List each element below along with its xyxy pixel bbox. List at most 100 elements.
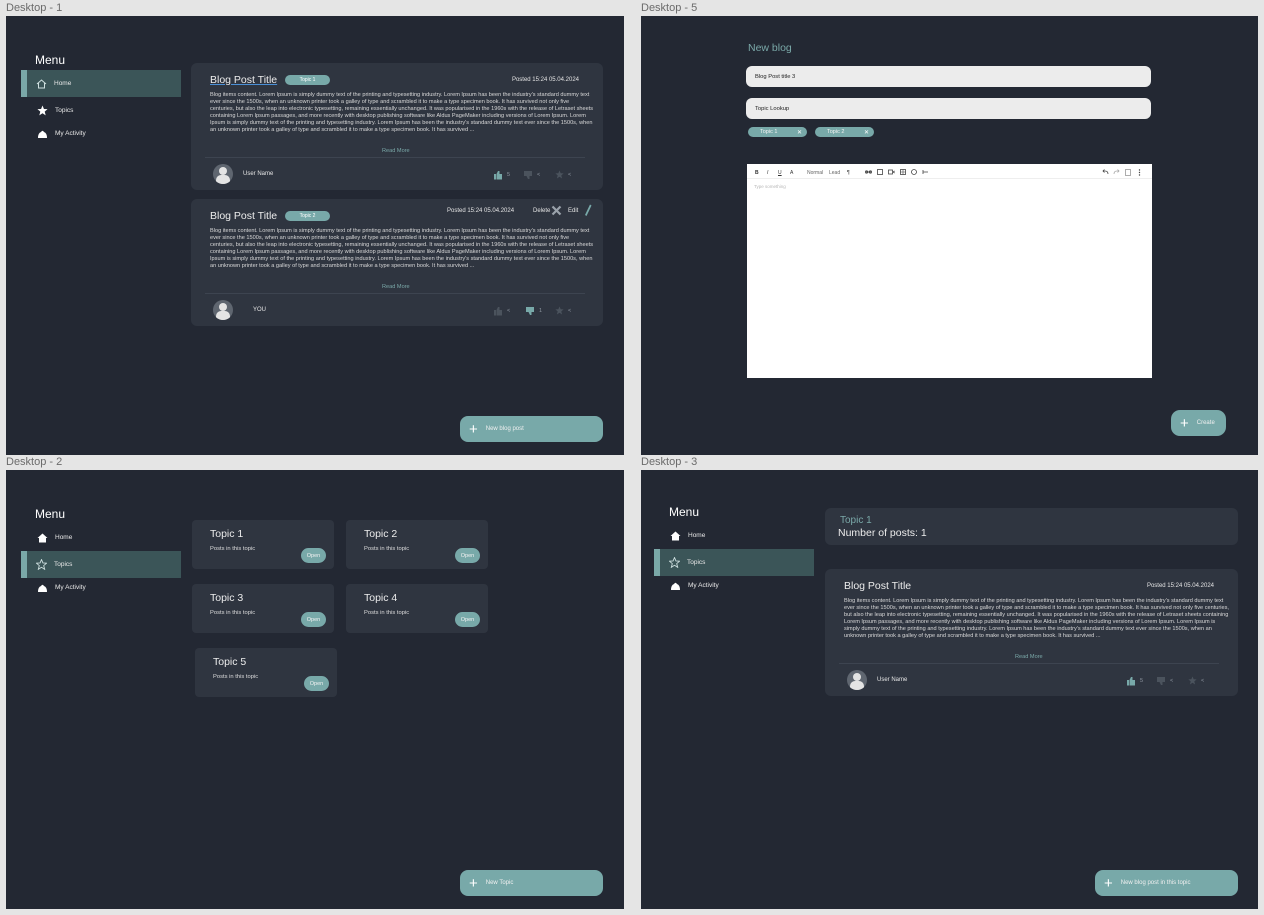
user-name[interactable]: YOU (253, 307, 266, 313)
video-icon[interactable] (888, 169, 895, 175)
toolbar-divider (747, 178, 1152, 179)
open-button[interactable]: Open (455, 612, 480, 627)
format-select[interactable]: Normal (807, 170, 823, 176)
topic-card[interactable]: Topic 5 Posts in this topic Open (195, 648, 337, 697)
divider (205, 157, 585, 158)
frame-label-desktop-3: Desktop - 3 (641, 456, 698, 468)
edit-button[interactable]: Edit (568, 208, 578, 214)
star-count: < (1201, 677, 1205, 684)
close-icon[interactable]: ✕ (864, 129, 869, 136)
title-field[interactable]: Blog Post title 3 (746, 66, 1151, 87)
home-icon (669, 530, 681, 542)
undo-icon[interactable] (1102, 169, 1109, 175)
open-button[interactable]: Open (301, 548, 326, 563)
post-count: Number of posts: 1 (838, 527, 927, 539)
topic-card[interactable]: Topic 4 Posts in this topic Open (346, 584, 488, 633)
topic-chip[interactable]: Topic 1 ✕ (748, 127, 807, 137)
user-name[interactable]: User Name (243, 171, 273, 177)
create-button[interactable]: + Create (1171, 410, 1226, 436)
sidebar-item-activity[interactable]: My Activity (22, 120, 181, 147)
redo-icon[interactable] (1113, 169, 1120, 175)
sidebar-item-home[interactable]: Home (655, 522, 814, 549)
sidebar-item-label: My Activity (55, 584, 86, 591)
read-more-link[interactable]: Read More (1015, 654, 1043, 660)
like-count: < (507, 308, 511, 314)
italic-button[interactable]: I (767, 170, 768, 176)
lead-select[interactable]: Lead (829, 170, 840, 176)
dislike-button[interactable]: < (523, 170, 540, 180)
topic-subtitle: Posts in this topic (364, 546, 410, 552)
dislike-button[interactable]: < (1156, 676, 1173, 686)
read-more-link[interactable]: Read More (382, 284, 410, 290)
thumbs-down-icon (524, 171, 532, 179)
avatar[interactable] (847, 670, 867, 690)
topic-chip-label: Topic 1 (760, 129, 778, 135)
activity-icon (669, 580, 681, 592)
font-size-button[interactable]: A (790, 170, 793, 176)
post-title[interactable]: Blog Post Title (210, 74, 277, 86)
topic-chip[interactable]: Topic 2 (285, 211, 330, 221)
topic-card[interactable]: Topic 3 Posts in this topic Open (192, 584, 334, 633)
star-button[interactable]: < (555, 170, 571, 179)
bold-button[interactable]: B (755, 170, 759, 176)
open-button[interactable]: Open (304, 676, 329, 691)
menu-title: Menu (35, 53, 66, 67)
horizontal-rule-icon[interactable] (922, 169, 929, 175)
menu-title: Menu (35, 507, 66, 521)
open-button[interactable]: Open (455, 548, 480, 563)
sidebar-item-label: Topics (687, 559, 706, 566)
pencil-icon[interactable] (584, 204, 592, 217)
topic-chip[interactable]: Topic 2 ✕ (815, 127, 874, 137)
user-name[interactable]: User Name (877, 677, 907, 683)
avatar[interactable] (213, 300, 233, 320)
home-icon (35, 78, 47, 90)
like-button[interactable]: < (493, 306, 510, 316)
post-title[interactable]: Blog Post Title (210, 210, 277, 222)
posted-date: Posted 15:24 05.04.2024 (511, 77, 579, 83)
sidebar-item-activity[interactable]: My Activity (655, 572, 814, 599)
dislike-button[interactable]: 1 (525, 306, 542, 316)
star-button[interactable]: < (555, 306, 571, 315)
topic-subtitle: Posts in this topic (213, 674, 259, 680)
delete-button[interactable]: Delete (533, 208, 550, 214)
post-body: Blog items content. Lorem Ipsum is simpl… (844, 598, 1229, 640)
sidebar-item-label: My Activity (55, 130, 86, 137)
like-count: 5 (1140, 678, 1144, 684)
sidebar-item-label: Topics (54, 561, 73, 568)
new-topic-button[interactable]: + New Topic (460, 870, 603, 896)
close-icon[interactable]: ✕ (797, 129, 802, 136)
topic-name: Topic 1 (210, 528, 244, 540)
open-button[interactable]: Open (301, 612, 326, 627)
topic-lookup-input[interactable]: Topic Lookup (746, 98, 1151, 119)
like-button[interactable]: 5 (493, 170, 510, 180)
new-blog-post-in-topic-button[interactable]: + New blog post in this topic (1095, 870, 1238, 896)
avatar[interactable] (213, 164, 233, 184)
plus-icon: + (1180, 414, 1189, 432)
read-more-link[interactable]: Read More (382, 148, 410, 154)
activity-icon (36, 128, 48, 140)
close-icon[interactable] (551, 205, 562, 216)
underline-button[interactable]: U (778, 170, 782, 176)
new-blog-post-in-topic-label: New blog post in this topic (1120, 880, 1191, 886)
sidebar-item-home[interactable]: Home (21, 70, 181, 97)
emoji-icon[interactable] (911, 169, 917, 175)
star-button[interactable]: < (1188, 676, 1204, 685)
rich-text-editor[interactable]: B I U A Normal Lead ¶ Type something (747, 164, 1152, 378)
image-icon[interactable] (877, 169, 883, 175)
new-blog-post-button[interactable]: + New blog post (460, 416, 603, 442)
topic-card[interactable]: Topic 1 Posts in this topic Open (192, 520, 334, 569)
new-blog-post-label: New blog post (485, 426, 524, 432)
sidebar-item-home[interactable]: Home (22, 524, 181, 551)
post-title[interactable]: Blog Post Title (844, 580, 911, 592)
dislike-count: 1 (539, 308, 543, 314)
more-icon[interactable] (1138, 169, 1141, 176)
link-icon[interactable] (865, 169, 872, 175)
topic-name: Topic 2 (364, 528, 398, 540)
document-icon[interactable] (1125, 169, 1131, 176)
topic-chip[interactable]: Topic 1 (285, 75, 330, 85)
sidebar-item-activity[interactable]: My Activity (22, 574, 181, 601)
paragraph-button[interactable]: ¶ (847, 170, 850, 176)
like-button[interactable]: 5 (1126, 676, 1143, 686)
table-icon[interactable] (900, 169, 906, 175)
topic-card[interactable]: Topic 2 Posts in this topic Open (346, 520, 488, 569)
